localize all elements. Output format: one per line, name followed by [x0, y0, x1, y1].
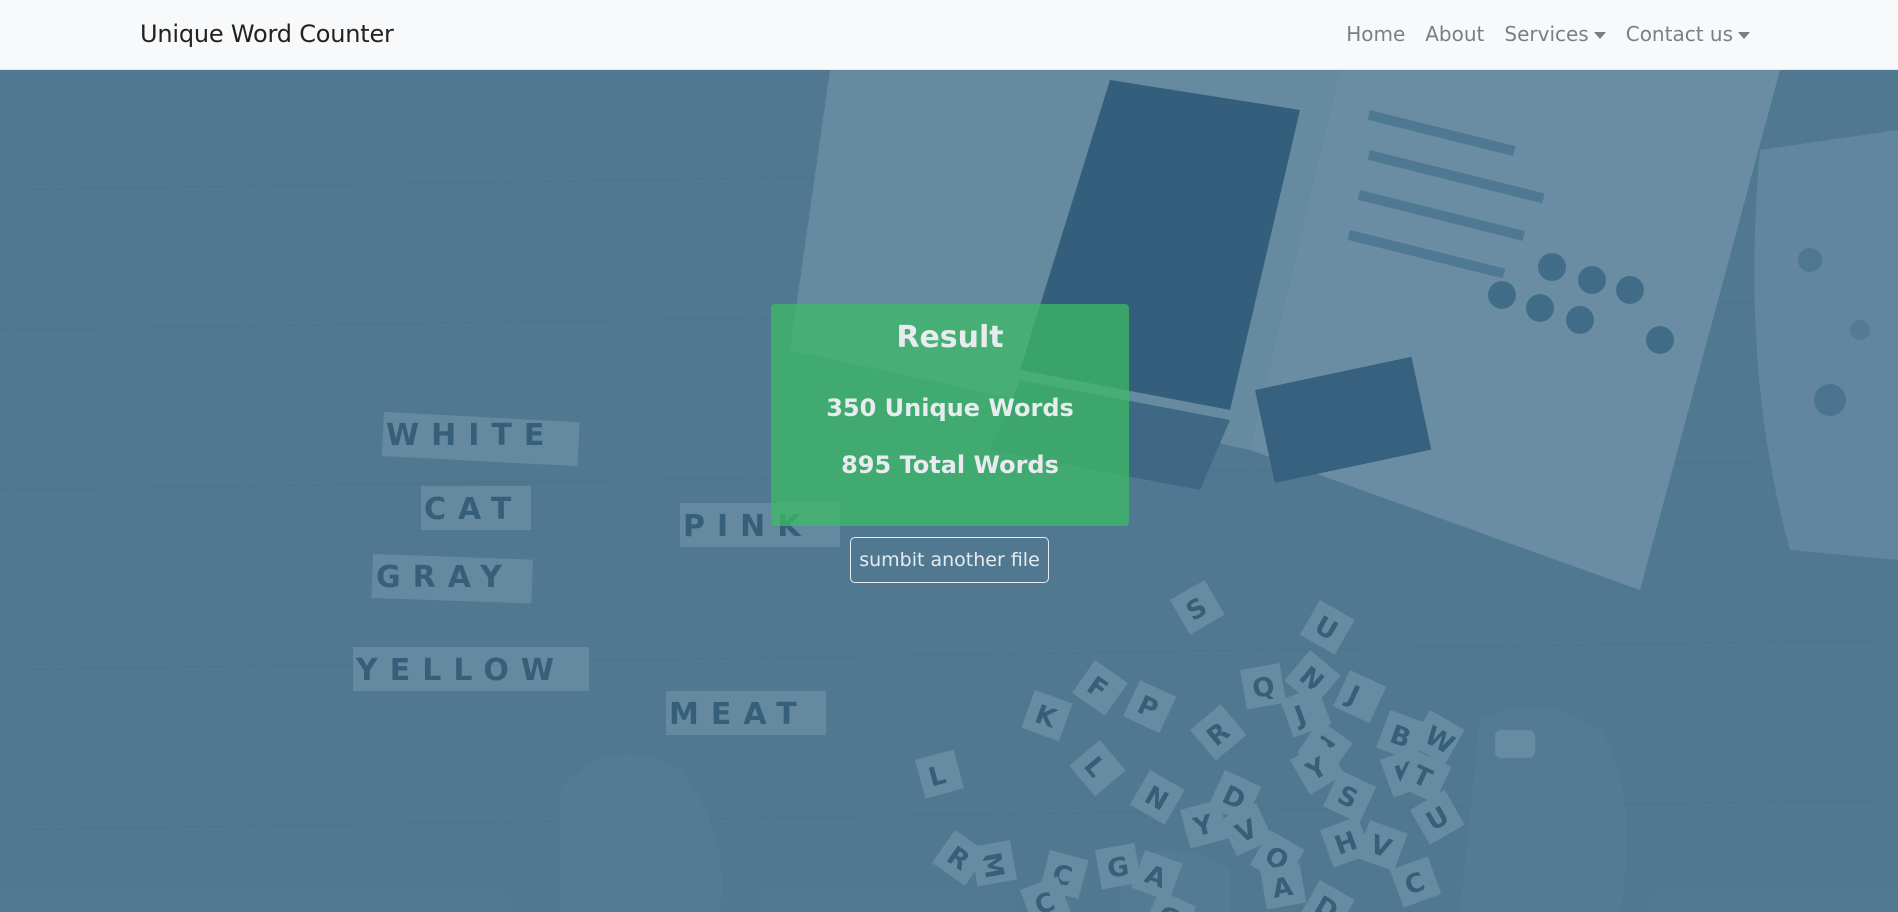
result-card: Result 350 Unique Words 895 Total Words: [771, 304, 1129, 526]
nav-menu: Home About Services Contact us: [1346, 22, 1750, 46]
caret-down-icon: [1738, 31, 1750, 39]
nav-item-label: Services: [1504, 22, 1589, 46]
nav-item-home[interactable]: Home: [1346, 22, 1405, 46]
submit-another-file-button[interactable]: sumbit another file: [850, 537, 1049, 583]
nav-item-contact-dropdown[interactable]: Contact us: [1626, 22, 1750, 46]
total-words-count: 895 Total Words: [841, 451, 1059, 479]
caret-down-icon: [1593, 31, 1606, 39]
navbar-brand[interactable]: Unique Word Counter: [140, 20, 394, 48]
nav-item-label: Home: [1346, 22, 1406, 46]
nav-item-label: Contact us: [1625, 22, 1733, 46]
result-title: Result: [896, 320, 1004, 355]
unique-words-count: 350 Unique Words: [826, 394, 1074, 422]
nav-item-about[interactable]: About: [1425, 22, 1484, 46]
navbar: Unique Word Counter Home About Services …: [0, 0, 1898, 70]
nav-item-label: About: [1425, 22, 1485, 46]
nav-item-services-dropdown[interactable]: Services: [1504, 22, 1606, 46]
